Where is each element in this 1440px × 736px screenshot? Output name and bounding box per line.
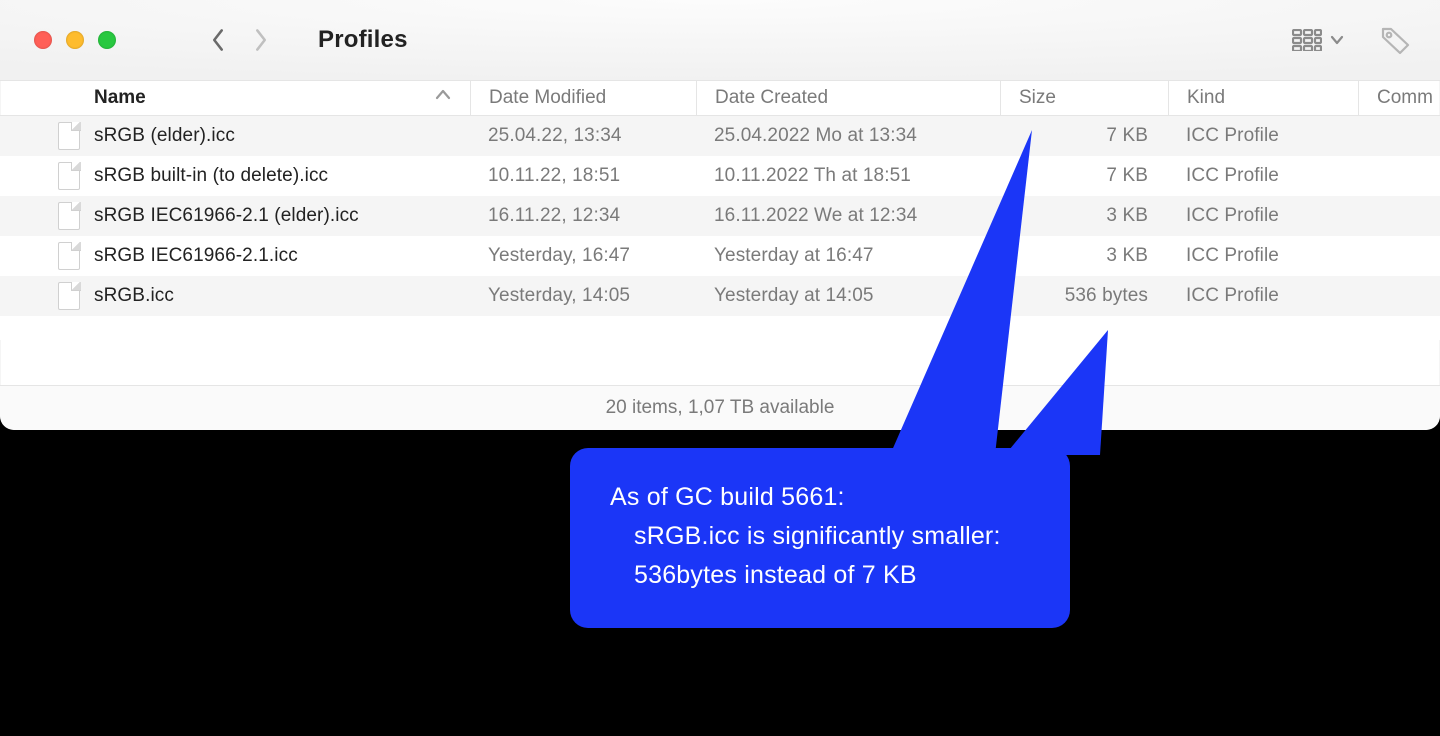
column-modified-label: Date Modified [489, 87, 606, 109]
file-kind: ICC Profile [1168, 245, 1358, 267]
file-name: sRGB IEC61966-2.1 (elder).icc [94, 205, 359, 227]
column-headers: Name Date Modified Date Created Size Kin… [0, 81, 1440, 116]
view-options-button[interactable] [1292, 29, 1344, 51]
column-kind-label: Kind [1187, 87, 1225, 109]
file-date-modified: 10.11.22, 18:51 [470, 165, 696, 187]
file-date-modified: Yesterday, 14:05 [470, 285, 696, 307]
file-list: sRGB (elder).icc 25.04.22, 13:34 25.04.2… [0, 116, 1440, 385]
forward-button[interactable] [248, 28, 272, 52]
column-size[interactable]: Size [1000, 81, 1168, 115]
file-icon [58, 162, 80, 190]
file-name: sRGB (elder).icc [94, 125, 235, 147]
column-kind[interactable]: Kind [1168, 81, 1358, 115]
table-row-empty [0, 316, 1440, 340]
file-kind: ICC Profile [1168, 205, 1358, 227]
status-bar: 20 items, 1,07 TB available [0, 385, 1440, 430]
file-size: 3 KB [1000, 245, 1168, 267]
column-comments-label: Comm [1377, 87, 1433, 109]
nav-buttons [206, 28, 272, 52]
window-title: Profiles [318, 26, 408, 54]
file-date-created: Yesterday at 16:47 [696, 245, 1000, 267]
file-name: sRGB built-in (to delete).icc [94, 165, 328, 187]
file-icon [58, 202, 80, 230]
sort-ascending-icon [434, 86, 452, 110]
toolbar-right [1292, 25, 1412, 55]
back-button[interactable] [206, 28, 230, 52]
column-comments[interactable]: Comm [1358, 81, 1440, 115]
table-row[interactable]: sRGB IEC61966-2.1.icc Yesterday, 16:47 Y… [0, 236, 1440, 276]
table-row[interactable]: sRGB IEC61966-2.1 (elder).icc 16.11.22, … [0, 196, 1440, 236]
minimize-window-button[interactable] [66, 31, 84, 49]
file-icon [58, 242, 80, 270]
table-row[interactable]: sRGB built-in (to delete).icc 10.11.22, … [0, 156, 1440, 196]
file-name: sRGB.icc [94, 285, 174, 307]
chevron-down-icon [1330, 33, 1344, 47]
table-row[interactable]: sRGB (elder).icc 25.04.22, 13:34 25.04.2… [0, 116, 1440, 156]
finder-window: Profiles [0, 0, 1440, 430]
grid-icon [1292, 29, 1322, 51]
file-kind: ICC Profile [1168, 165, 1358, 187]
file-kind: ICC Profile [1168, 125, 1358, 147]
file-name: sRGB IEC61966-2.1.icc [94, 245, 298, 267]
column-date-modified[interactable]: Date Modified [470, 81, 696, 115]
column-size-label: Size [1019, 87, 1056, 109]
file-icon [58, 282, 80, 310]
zoom-window-button[interactable] [98, 31, 116, 49]
tags-button[interactable] [1380, 25, 1412, 55]
table-row[interactable]: sRGB.icc Yesterday, 14:05 Yesterday at 1… [0, 276, 1440, 316]
close-window-button[interactable] [34, 31, 52, 49]
annotation-line-2: sRGB.icc is significantly smaller: [610, 517, 1044, 556]
file-date-modified: 16.11.22, 12:34 [470, 205, 696, 227]
annotation: As of GC build 5661: sRGB.icc is signifi… [570, 448, 1070, 628]
file-size: 7 KB [1000, 165, 1168, 187]
annotation-box: As of GC build 5661: sRGB.icc is signifi… [570, 448, 1070, 628]
file-size: 536 bytes [1000, 285, 1168, 307]
file-date-modified: 25.04.22, 13:34 [470, 125, 696, 147]
file-date-modified: Yesterday, 16:47 [470, 245, 696, 267]
file-date-created: 25.04.2022 Mo at 13:34 [696, 125, 1000, 147]
column-name[interactable]: Name [0, 81, 470, 115]
annotation-line-1: As of GC build 5661: [610, 478, 1044, 517]
window-controls [34, 31, 116, 49]
file-date-created: Yesterday at 14:05 [696, 285, 1000, 307]
toolbar: Profiles [0, 0, 1440, 81]
file-size: 3 KB [1000, 205, 1168, 227]
file-kind: ICC Profile [1168, 285, 1358, 307]
column-created-label: Date Created [715, 87, 828, 109]
file-icon [58, 122, 80, 150]
column-name-label: Name [94, 87, 146, 109]
file-date-created: 10.11.2022 Th at 18:51 [696, 165, 1000, 187]
file-size: 7 KB [1000, 125, 1168, 147]
file-date-created: 16.11.2022 We at 12:34 [696, 205, 1000, 227]
annotation-line-3: 536bytes instead of 7 KB [610, 556, 1044, 595]
column-date-created[interactable]: Date Created [696, 81, 1000, 115]
status-text: 20 items, 1,07 TB available [606, 397, 835, 419]
